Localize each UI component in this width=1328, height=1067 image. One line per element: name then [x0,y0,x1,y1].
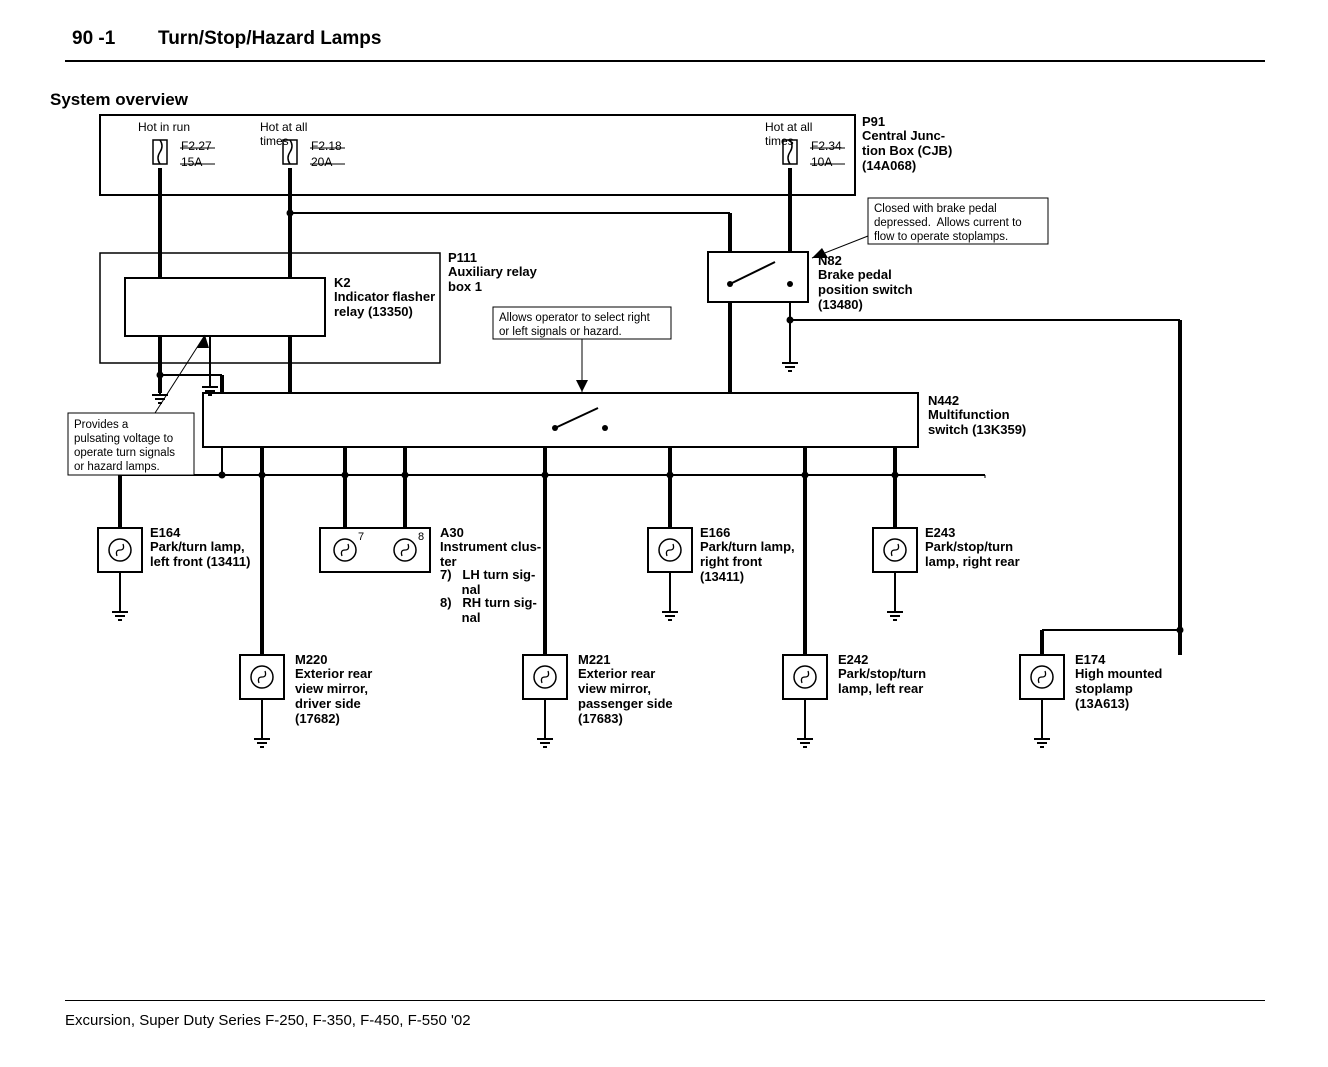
e164-id: E164 [150,525,180,540]
e174-name: High mounted stoplamp (13A613) [1075,666,1162,711]
footer-rule [65,1000,1265,1001]
m221-id: M221 [578,652,611,667]
hot-at-all-times-label-1: Hot at all times [260,120,307,148]
n82-id: N82 [818,253,842,268]
ground-icon [782,357,798,371]
e166-id: E166 [700,525,730,540]
n82-name: Brake pedal position switch (13480) [818,267,913,312]
a30-id: A30 [440,525,464,540]
e242-id: E242 [838,652,868,667]
n442-name: Multifunction switch (13K359) [928,407,1026,437]
p111-name: Auxiliary relay box 1 [448,264,537,294]
m221-name: Exterior rear view mirror, passenger sid… [578,666,673,726]
hot-at-all-times-label-2: Hot at all times [765,120,812,148]
e174-id: E174 [1075,652,1105,667]
callout-flasher: Provides a pulsating voltage to operate … [74,418,175,474]
p91-id: P91 [862,114,885,129]
wiring-diagram [0,0,1328,900]
e242-name: Park/stop/turn lamp, left rear [838,666,926,696]
fuse-f218-num: F2.18 [311,139,342,153]
fuse-f227-num: F2.27 [181,139,212,153]
fuse-f234-amp: 10A [811,155,832,169]
e243-name: Park/stop/turn lamp, right rear [925,539,1020,569]
callout-brake: Closed with brake pedal depressed. Allow… [874,202,1022,244]
hot-in-run-label: Hot in run [138,120,190,134]
k2-id: K2 [334,275,351,290]
a30-i8: 8 [418,531,424,543]
fuse-f218-amp: 20A [311,155,332,169]
e166-name: Park/turn lamp, right front (13411) [700,539,795,584]
a30-8: 8) RH turn sig- nal [440,595,537,625]
a30-7: 7) LH turn sig- nal [440,567,535,597]
fuse-f227-amp: 15A [181,155,202,169]
p111-id: P111 [448,250,477,265]
footer-text: Excursion, Super Duty Series F-250, F-35… [65,1012,471,1029]
k2-name: Indicator flasher relay (13350) [334,289,435,319]
a30-name: Instrument clus- ter [440,539,541,569]
p91-name: Central Junc- tion Box (CJB) (14A068) [862,128,952,173]
m220-id: M220 [295,652,328,667]
m220-name: Exterior rear view mirror, driver side (… [295,666,372,726]
fuse-f234-num: F2.34 [811,139,842,153]
a30-i7: 7 [358,531,364,543]
e164-name: Park/turn lamp, left front (13411) [150,539,250,569]
n442-id: N442 [928,393,959,408]
e243-id: E243 [925,525,955,540]
callout-multifunc: Allows operator to select right or left … [499,311,650,339]
